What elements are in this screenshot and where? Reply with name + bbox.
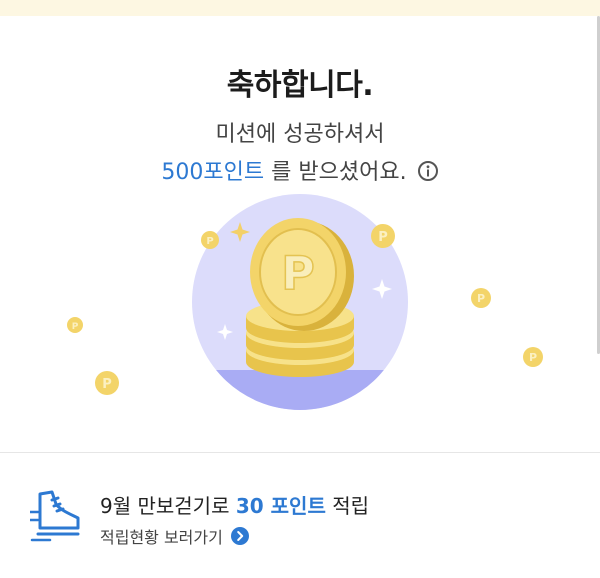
- chevron-right-icon: [230, 527, 249, 545]
- svg-text:P: P: [206, 236, 213, 247]
- coin-reward-illustration: P P P P P P P: [67, 194, 543, 410]
- walk-points: 30 포인트: [235, 494, 326, 518]
- view-points-history-label: 적립현황 보러가기: [100, 528, 223, 547]
- svg-text:P: P: [72, 322, 79, 332]
- coin-letter: P: [281, 246, 315, 300]
- svg-text:P: P: [378, 230, 388, 245]
- walk-reward-summary: 9월 만보걷기로 30 포인트 적립: [100, 490, 369, 519]
- svg-text:P: P: [529, 351, 537, 364]
- sneaker-icon: [30, 490, 80, 542]
- walk-title-suffix: 적립: [325, 494, 370, 518]
- svg-text:P: P: [102, 377, 112, 392]
- svg-text:P: P: [477, 292, 485, 305]
- view-points-history-link[interactable]: 적립현황 보러가기: [100, 524, 249, 548]
- walk-title-prefix: 9월 만보걷기로: [100, 494, 236, 518]
- section-divider: [0, 452, 600, 453]
